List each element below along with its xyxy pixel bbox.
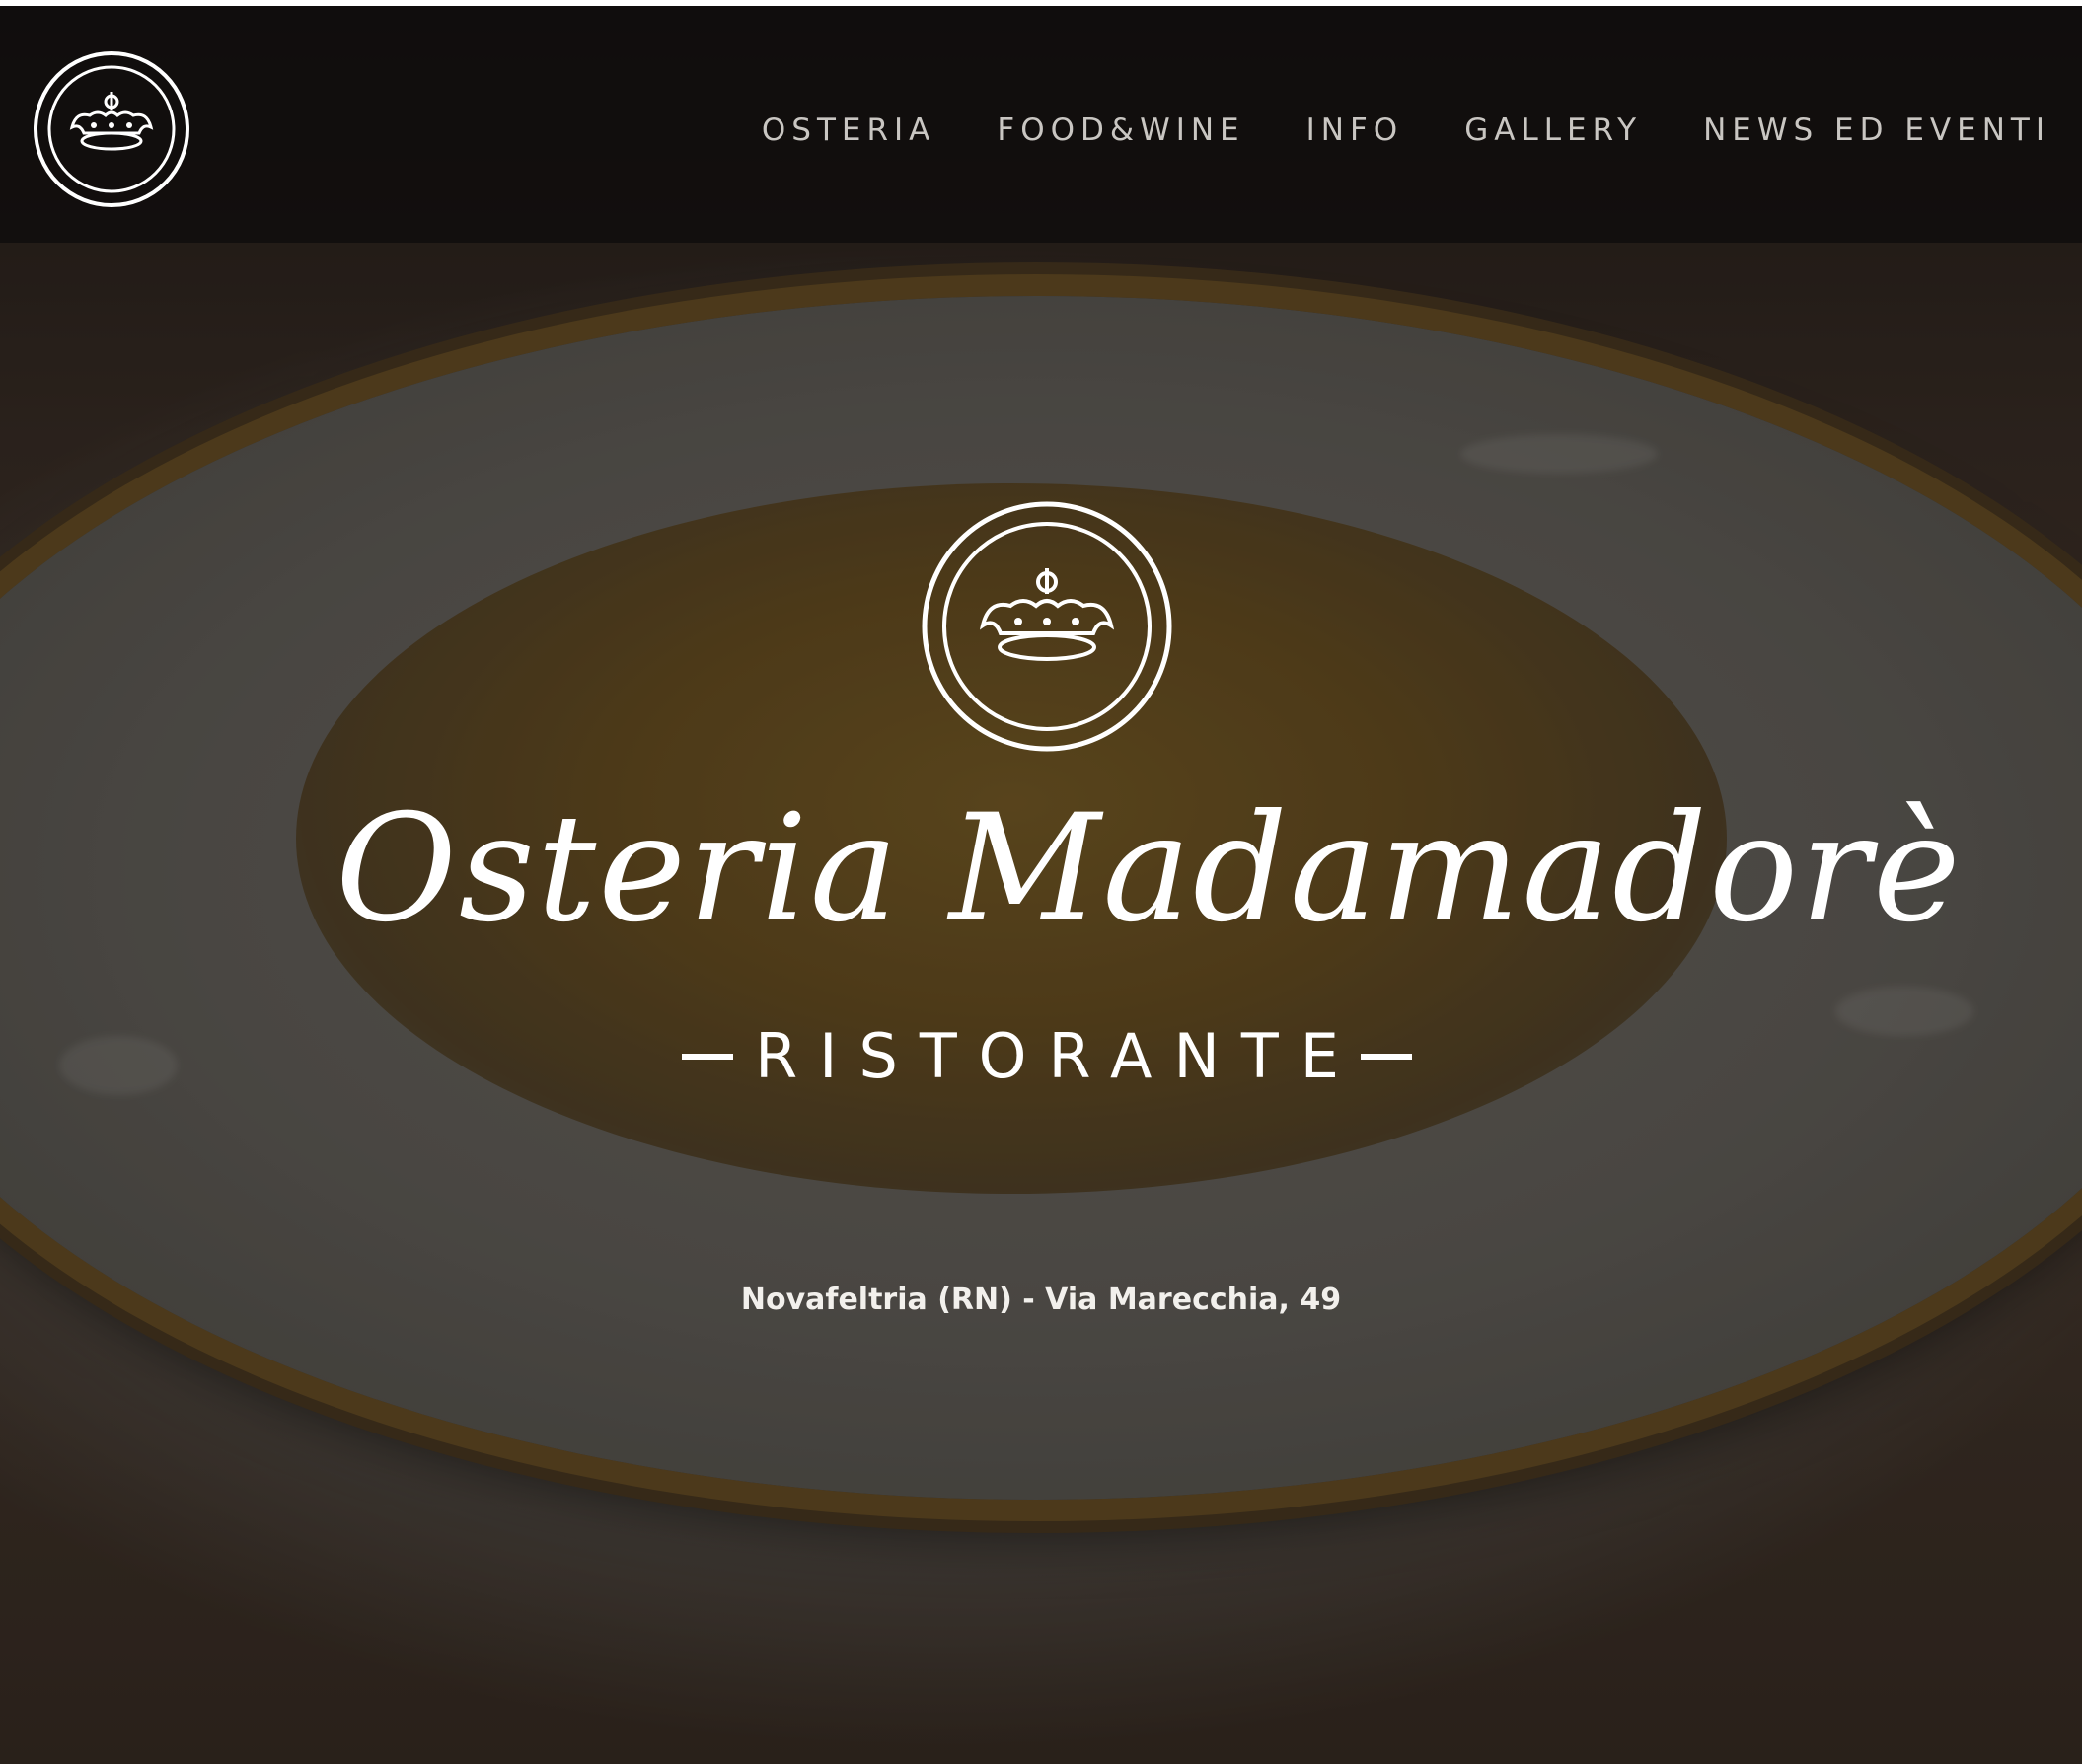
nav-item-gallery[interactable]: GALLERY: [1464, 105, 1642, 156]
crown-logo-icon[interactable]: [33, 50, 190, 208]
brand-name: Osteria Madamadorè: [335, 783, 1963, 955]
main-nav: OSTERIA FOOD&WINE INFO GALLERY NEWS ED E…: [762, 105, 2050, 156]
nav-item-news-ed-eventi[interactable]: NEWS ED EVENTI: [1703, 105, 2050, 156]
brand-tagline: RISTORANTE: [755, 1020, 1361, 1092]
tagline-dash-right: [1360, 1054, 1412, 1060]
brand-tagline-row: RISTORANTE: [667, 1022, 1427, 1091]
nav-item-osteria[interactable]: OSTERIA: [762, 105, 936, 156]
restaurant-address: Novafeltria (RN) - Via Marecchia, 49: [740, 1283, 1342, 1317]
page: OSTERIA FOOD&WINE INFO GALLERY NEWS ED E…: [0, 0, 2082, 1764]
nav-item-food-wine[interactable]: FOOD&WINE: [997, 105, 1244, 156]
nav-item-info[interactable]: INFO: [1306, 105, 1404, 156]
crown-emblem-icon: [922, 501, 1172, 752]
tagline-dash-left: [682, 1054, 734, 1060]
top-navigation-bar: OSTERIA FOOD&WINE INFO GALLERY NEWS ED E…: [0, 6, 2082, 243]
